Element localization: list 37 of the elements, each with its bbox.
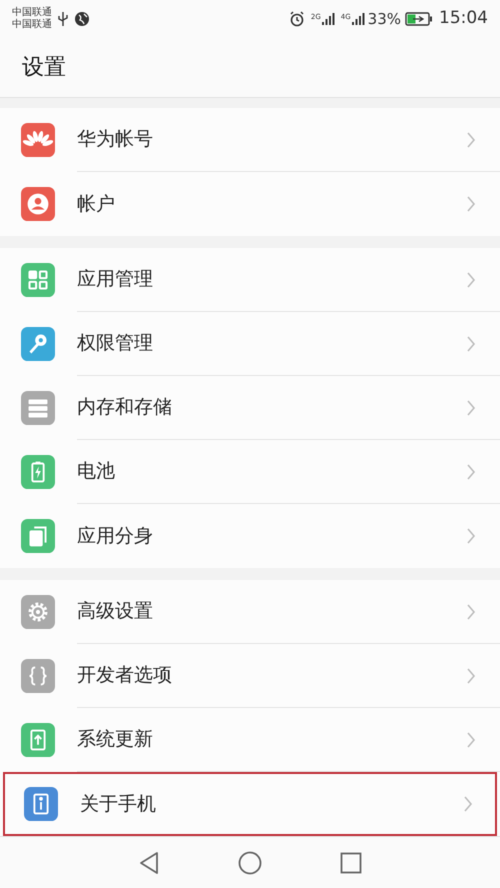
chevron-right-icon: [463, 795, 473, 813]
clock-time: 15:04: [439, 7, 488, 30]
signal-icon: [350, 12, 365, 26]
chevron-right-icon: [466, 334, 476, 352]
chevron-right-icon: [466, 130, 476, 148]
chevron-right-icon: [466, 398, 476, 416]
item-label: 应用分身: [77, 524, 154, 549]
chevron-right-icon: [466, 602, 476, 620]
chevron-right-icon: [466, 195, 476, 213]
alarm-icon: [288, 11, 305, 27]
item-label: 电池: [77, 459, 116, 484]
globe-icon: [74, 11, 90, 27]
chevron-right-icon: [466, 666, 476, 684]
item-label: 华为帐号: [77, 127, 154, 152]
battery-charging-icon: [405, 12, 433, 26]
item-label: 权限管理: [77, 331, 154, 356]
item-label: 高级设置: [77, 599, 154, 624]
signal-icon: [320, 12, 335, 26]
battery-percent: 33%: [368, 8, 401, 30]
chevron-right-icon: [466, 462, 476, 480]
chevron-right-icon: [466, 730, 476, 748]
item-label: 帐户: [77, 192, 116, 217]
item-label: 内存和存储: [77, 395, 173, 420]
carrier-name: 中国联通: [12, 19, 52, 31]
item-label: 开发者选项: [77, 663, 173, 688]
back-icon[interactable]: [138, 850, 160, 874]
recents-icon[interactable]: [340, 852, 362, 874]
carrier-name: 中国联通: [12, 7, 52, 18]
usb-icon: [58, 11, 68, 27]
chevron-right-icon: [466, 270, 476, 288]
item-label: 应用管理: [77, 267, 154, 292]
page-title: 设置: [22, 54, 66, 82]
chevron-right-icon: [466, 527, 476, 545]
item-label: 关于手机: [80, 792, 157, 817]
home-icon[interactable]: [238, 850, 262, 874]
item-label: 系统更新: [77, 727, 154, 752]
settings-item[interactable]: 关于手机: [3, 772, 497, 836]
